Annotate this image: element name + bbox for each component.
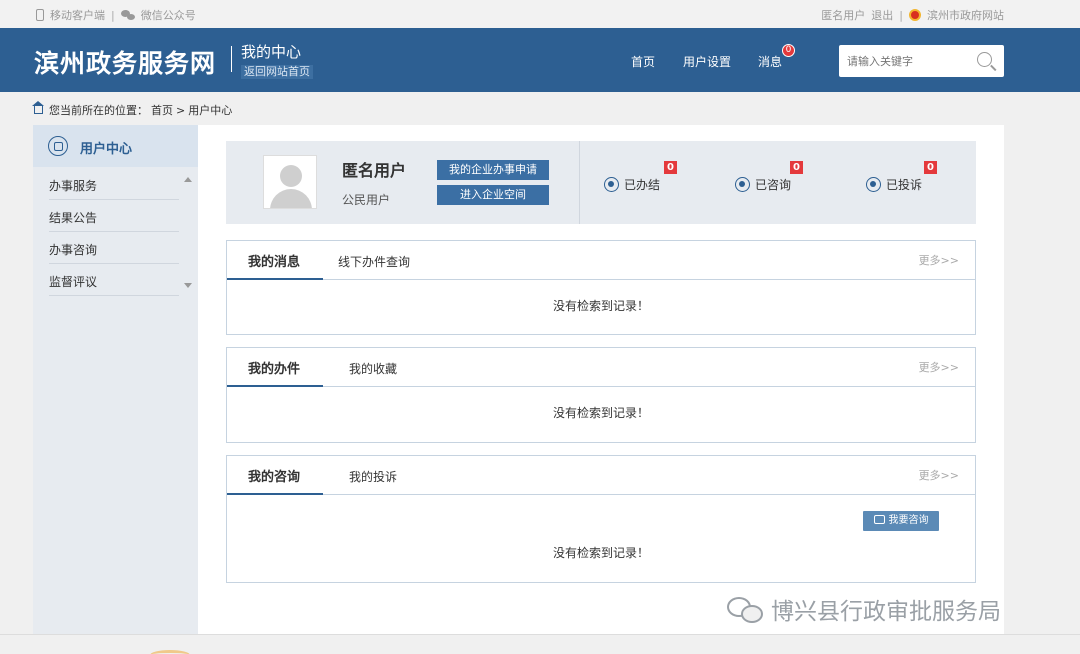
top-left-links: 移动客户端 | 微信公众号 [36,7,196,23]
done-icon [604,177,619,192]
stat-label: 已投诉 [886,178,923,192]
more-link[interactable]: 更多>> [919,359,959,375]
ask-consult-label: 我要咨询 [888,515,929,526]
consultations-tabs: 我的咨询 我的投诉 更多>> [227,456,975,495]
national-emblem-icon [909,9,921,21]
search-input[interactable] [847,52,967,70]
message-count-badge: 0 [782,44,795,57]
top-utility-bar: 移动客户端 | 微信公众号 匿名用户 退出 | 滨州市政府网站 [0,0,1080,28]
consult-icon [735,177,750,192]
search-icon[interactable] [977,52,992,67]
sidebar-item-announcement[interactable]: 结果公告 [49,200,179,232]
more-link[interactable]: 更多>> [919,467,959,483]
sidebar-title: 用户中心 [80,142,133,157]
city-government-link[interactable]: 滨州市政府网站 [927,7,1004,23]
wechat-watermark-icon [727,597,763,623]
scroll-down-arrow-icon[interactable] [184,283,192,288]
user-info-panel: 匿名用户 公民用户 我的企业办事申请 进入企业空间 已办结 0 已咨询 0 已投… [226,141,976,224]
stat-label: 已咨询 [755,178,792,192]
stat-done-count: 0 [664,161,677,174]
empty-message: 没有检索到记录！ [552,546,649,560]
wechat-icon [120,10,135,20]
stat-done[interactable]: 已办结 [604,176,660,193]
avatar-head [280,165,302,187]
messages-tabs: 我的消息 线下办件查询 更多>> [227,241,975,280]
breadcrumb-current: 用户中心 [188,104,233,117]
scroll-up-arrow-icon[interactable] [184,177,192,182]
consultations-box: 我的咨询 我的投诉 更多>> 我要咨询 没有检索到记录！ [226,455,976,583]
wechat-link[interactable]: 微信公众号 [141,7,196,23]
avatar [263,155,317,209]
sidebar-item-service[interactable]: 办事服务 [49,168,179,200]
tab-my-cases[interactable]: 我的办件 [227,348,323,387]
tab-complaints[interactable]: 我的投诉 [349,468,397,485]
chat-icon [873,515,885,524]
watermark: 博兴县行政审批服务局 [727,592,1001,626]
sidebar: 用户中心 办事服务 结果公告 办事咨询 监督评议 [33,125,198,634]
user-name: 匿名用户 [342,161,407,180]
site-title[interactable]: 滨州政务服务网 [34,44,216,80]
empty-message: 没有检索到记录！ [552,299,649,313]
my-center-title: 我的中心 [241,43,302,61]
panel-divider [579,141,580,224]
breadcrumb: 您当前所在的位置： 首页 > 用户中心 [32,101,233,118]
tab-my-consultations[interactable]: 我的咨询 [227,456,323,495]
nav-user-settings[interactable]: 用户设置 [683,53,731,70]
messages-box: 我的消息 线下办件查询 更多>> 没有检索到记录！ [226,240,976,335]
avatar-body [270,189,312,208]
tab-offline-query[interactable]: 线下办件查询 [338,253,410,270]
anonymous-user-label: 匿名用户 [821,9,866,22]
site-header: 滨州政务服务网 我的中心 返回网站首页 首页 用户设置 消息 0 [0,28,1080,92]
cases-tabs: 我的办件 我的收藏 更多>> [227,348,975,387]
top-right-links: 匿名用户 退出 | 滨州市政府网站 [821,7,1004,23]
complaint-icon [866,177,881,192]
enterprise-apply-button[interactable]: 我的企业办事申请 [437,160,549,180]
sidebar-item-review[interactable]: 监督评议 [49,264,179,296]
ask-consult-button[interactable]: 我要咨询 [863,511,939,531]
back-to-home-link[interactable]: 返回网站首页 [241,65,313,79]
nav-home[interactable]: 首页 [631,53,655,70]
cases-box: 我的办件 我的收藏 更多>> 没有检索到记录！ [226,347,976,443]
more-link[interactable]: 更多>> [919,252,959,268]
mobile-phone-icon [36,9,44,21]
sidebar-header: 用户中心 [33,125,198,167]
breadcrumb-prefix: 您当前所在的位置： [49,104,148,117]
breadcrumb-separator: > [176,103,186,117]
sidebar-item-consult[interactable]: 办事咨询 [49,232,179,264]
stat-consulted[interactable]: 已咨询 [735,176,791,193]
tab-my-messages[interactable]: 我的消息 [227,241,323,280]
stat-consulted-count: 0 [790,161,803,174]
stat-label: 已办结 [624,178,661,192]
home-icon [32,101,44,114]
title-divider [231,46,232,72]
footer-decoration [150,650,190,654]
user-center-icon [48,136,68,156]
empty-message: 没有检索到记录！ [552,406,649,420]
stat-complained-count: 0 [924,161,937,174]
logout-link[interactable]: 退出 [871,7,893,23]
breadcrumb-home[interactable]: 首页 [151,102,173,118]
tab-favorites[interactable]: 我的收藏 [349,360,397,377]
divider: | [899,8,903,22]
stat-complained[interactable]: 已投诉 [866,176,922,193]
user-type: 公民用户 [342,193,391,207]
watermark-text: 博兴县行政审批服务局 [771,599,1001,625]
search-box [839,45,1004,77]
divider: | [111,8,115,22]
enterprise-space-button[interactable]: 进入企业空间 [437,185,549,205]
mobile-client-link[interactable]: 移动客户端 [50,7,105,23]
nav-messages[interactable]: 消息 [758,53,782,70]
